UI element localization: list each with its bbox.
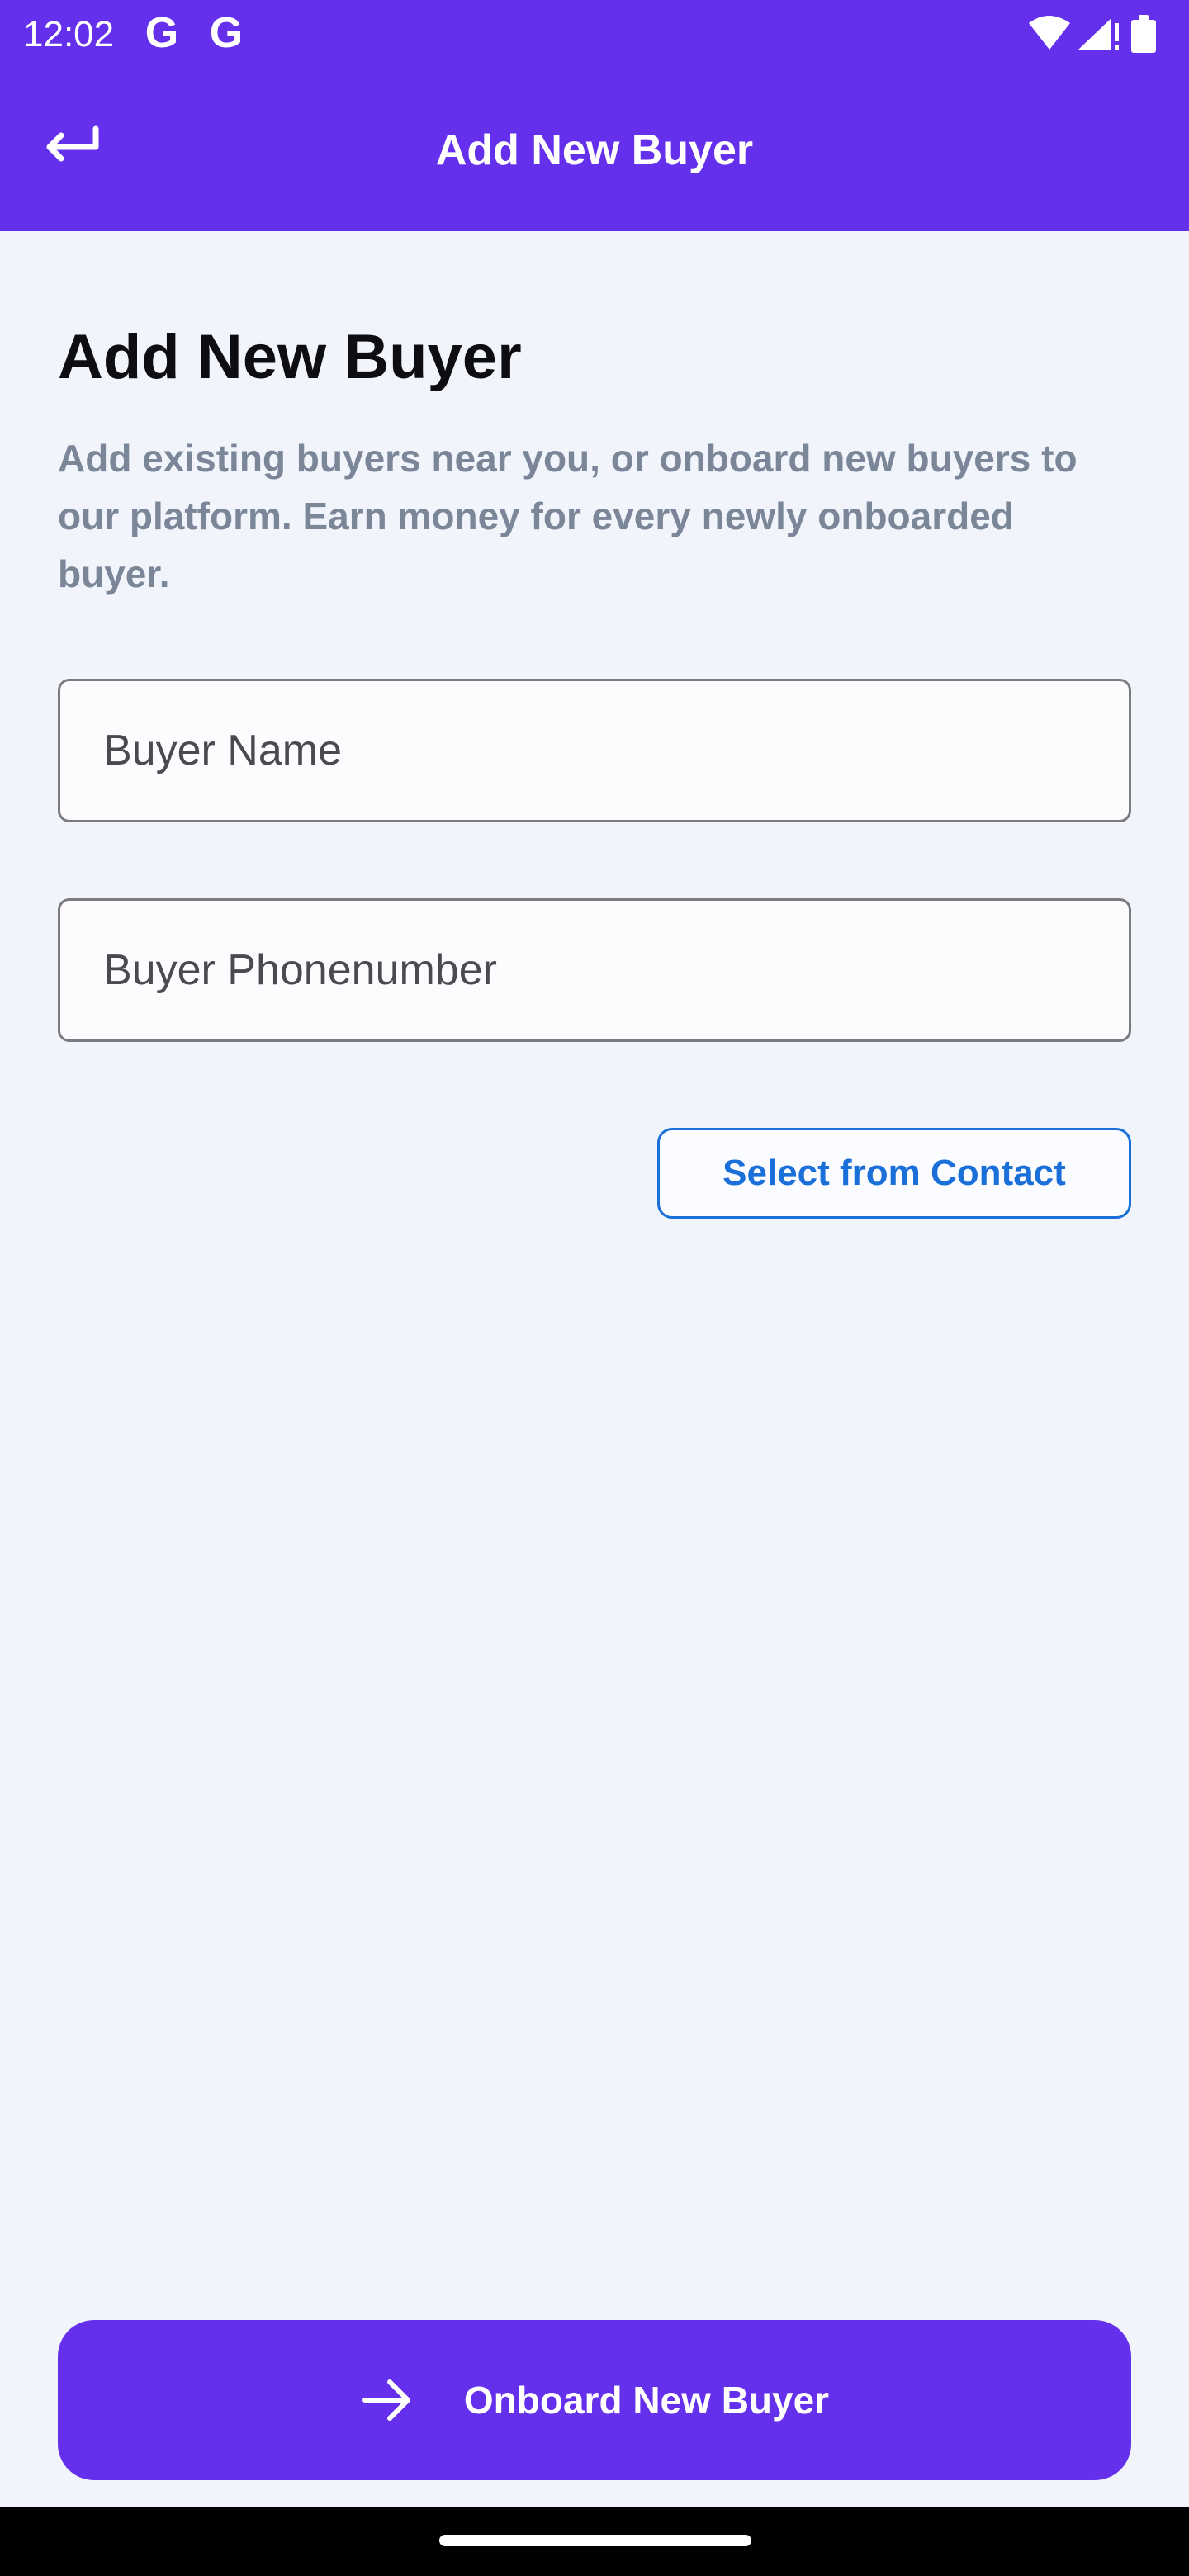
- page-title: Add New Buyer: [58, 322, 522, 392]
- app-bar-title: Add New Buyer: [435, 126, 754, 174]
- google-icon: G: [209, 9, 244, 57]
- buyer-phone-field[interactable]: [58, 898, 1131, 1042]
- onboard-new-buyer-label: Onboard New Buyer: [463, 2379, 830, 2422]
- select-from-contact-button[interactable]: Select from Contact: [657, 1128, 1131, 1219]
- app-bar: Add New Buyer: [0, 69, 1189, 231]
- select-from-contact-label: Select from Contact: [722, 1153, 1066, 1193]
- home-handle[interactable]: [439, 2535, 751, 2546]
- status-icons: [1026, 12, 1166, 58]
- signal-icon: [1078, 18, 1119, 50]
- status-time: 12:02: [23, 14, 115, 54]
- wifi-icon: [1029, 16, 1070, 50]
- google-icon: G: [144, 9, 179, 57]
- onboard-new-buyer-button[interactable]: Onboard New Buyer: [58, 2320, 1131, 2480]
- system-nav-bar: [0, 2507, 1189, 2576]
- buyer-name-input[interactable]: [103, 681, 1104, 820]
- arrow-right-icon: [362, 2379, 410, 2421]
- status-bar: 12:02 G G: [0, 0, 1189, 69]
- page-description: Add existing buyers near you, or onboard…: [58, 437, 1078, 595]
- buyer-phone-input[interactable]: [103, 901, 1104, 1039]
- buyer-name-field[interactable]: [58, 679, 1131, 822]
- battery-icon: [1131, 15, 1156, 53]
